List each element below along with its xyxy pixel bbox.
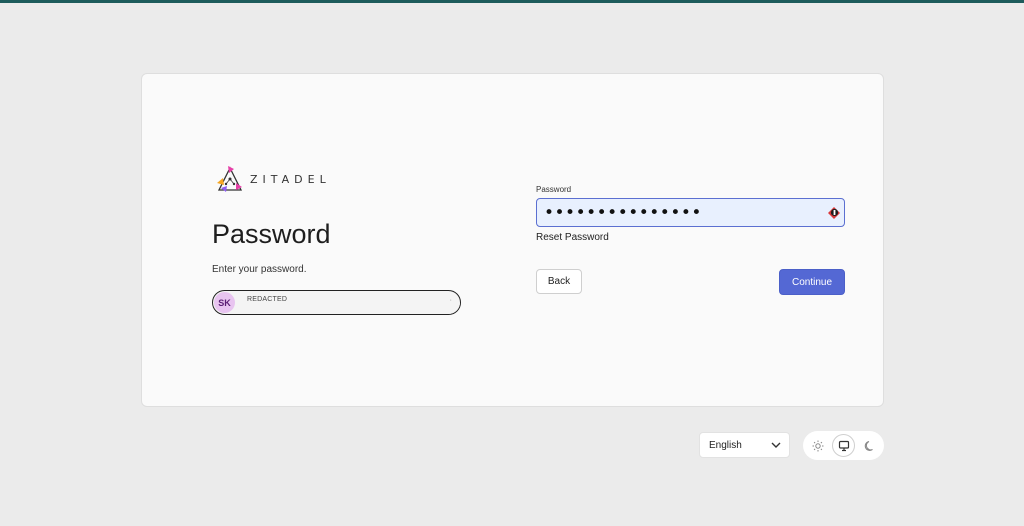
moon-icon <box>864 440 873 451</box>
password-manager-icon[interactable] <box>826 204 842 220</box>
monitor-icon <box>838 440 849 451</box>
theme-system-button[interactable] <box>832 434 855 457</box>
zitadel-logo: ZITADEL <box>214 166 331 192</box>
top-accent-bar <box>0 0 1024 3</box>
back-button[interactable]: Back <box>536 269 582 294</box>
page-subtitle: Enter your password. <box>212 264 307 275</box>
chevron-down-icon <box>771 442 781 448</box>
zitadel-logo-icon <box>217 166 243 192</box>
selected-user-chip[interactable]: SK REDACTED · <box>212 290 461 315</box>
continue-button[interactable]: Continue <box>779 269 845 295</box>
reset-password-link[interactable]: Reset Password <box>536 232 609 243</box>
password-input[interactable] <box>536 198 845 227</box>
logo-wordmark: ZITADEL <box>250 172 331 186</box>
theme-light-button[interactable] <box>806 434 829 457</box>
redaction-mask <box>243 303 460 314</box>
language-select[interactable]: English <box>699 432 790 458</box>
theme-dark-button[interactable] <box>858 434 881 457</box>
page-title: Password <box>212 219 331 249</box>
language-value: English <box>709 440 742 451</box>
chevron-icon: · <box>449 297 452 304</box>
sun-icon <box>812 440 823 451</box>
avatar: SK <box>214 292 235 313</box>
password-label: Password <box>536 185 572 194</box>
user-display-name: REDACTED <box>247 296 288 303</box>
login-card: ZITADEL Password Enter your password. SK… <box>141 73 884 407</box>
theme-switcher <box>803 431 884 460</box>
